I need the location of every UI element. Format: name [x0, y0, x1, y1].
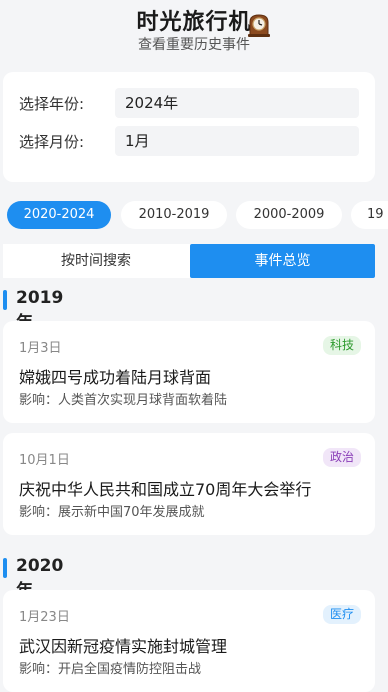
month-label: 选择月份:	[19, 133, 85, 151]
event-title: 庆祝中华人民共和国成立70周年大会举行	[19, 480, 312, 499]
year-label: 选择年份:	[19, 95, 85, 113]
event-impact: 影响：人类首次实现月球背面软着陆	[19, 393, 228, 408]
event-date: 1月3日	[19, 341, 62, 356]
event-title: 嫦娥四号成功着陆月球背面	[19, 368, 212, 387]
tab-search-by-time[interactable]: 按时间搜索	[3, 244, 189, 278]
year-accent-bar	[3, 558, 7, 578]
month-selector-row: 选择月份: 1月	[19, 126, 359, 156]
event-date: 1月23日	[19, 610, 70, 625]
tab-event-overview[interactable]: 事件总览	[190, 244, 375, 278]
year-accent-bar	[3, 290, 7, 310]
event-card[interactable]: 1月3日 科技 嫦娥四号成功着陆月球背面 影响：人类首次实现月球背面软着陆	[3, 321, 375, 423]
category-badge: 政治	[322, 448, 361, 467]
event-title: 武汉因新冠疫情实施封城管理	[19, 637, 228, 656]
event-date: 10月1日	[19, 453, 70, 468]
event-card[interactable]: 1月23日 医疗 武汉因新冠疫情实施封城管理 影响：开启全国疫情防控阻击战	[3, 590, 375, 692]
category-badge: 医疗	[322, 605, 361, 624]
year-picker[interactable]: 2024年	[115, 88, 359, 118]
month-picker[interactable]: 1月	[115, 126, 359, 156]
category-badge: 科技	[322, 336, 361, 355]
range-chip-2010-2019[interactable]: 2010-2019	[121, 201, 227, 229]
range-chip-partial[interactable]: 19	[351, 201, 388, 229]
header: 时光旅行机 查看重要历史事件	[0, 0, 388, 60]
year-range-chips: 2020-2024 2010-2019 2000-2009 19	[0, 201, 388, 231]
app-subtitle: 查看重要历史事件	[138, 37, 250, 53]
view-tabs: 按时间搜索 事件总览	[3, 244, 375, 278]
event-impact: 影响：开启全国疫情防控阻击战	[19, 662, 202, 677]
event-impact: 影响：展示新中国70年发展成就	[19, 505, 205, 520]
range-chip-2000-2009[interactable]: 2000-2009	[236, 201, 342, 229]
date-selector-card: 选择年份: 2024年 选择月份: 1月	[3, 72, 375, 182]
range-chip-2020-2024[interactable]: 2020-2024	[7, 201, 111, 229]
event-card[interactable]: 10月1日 政治 庆祝中华人民共和国成立70周年大会举行 影响：展示新中国70年…	[3, 433, 375, 535]
year-selector-row: 选择年份: 2024年	[19, 88, 359, 118]
app-title: 时光旅行机	[136, 10, 252, 35]
